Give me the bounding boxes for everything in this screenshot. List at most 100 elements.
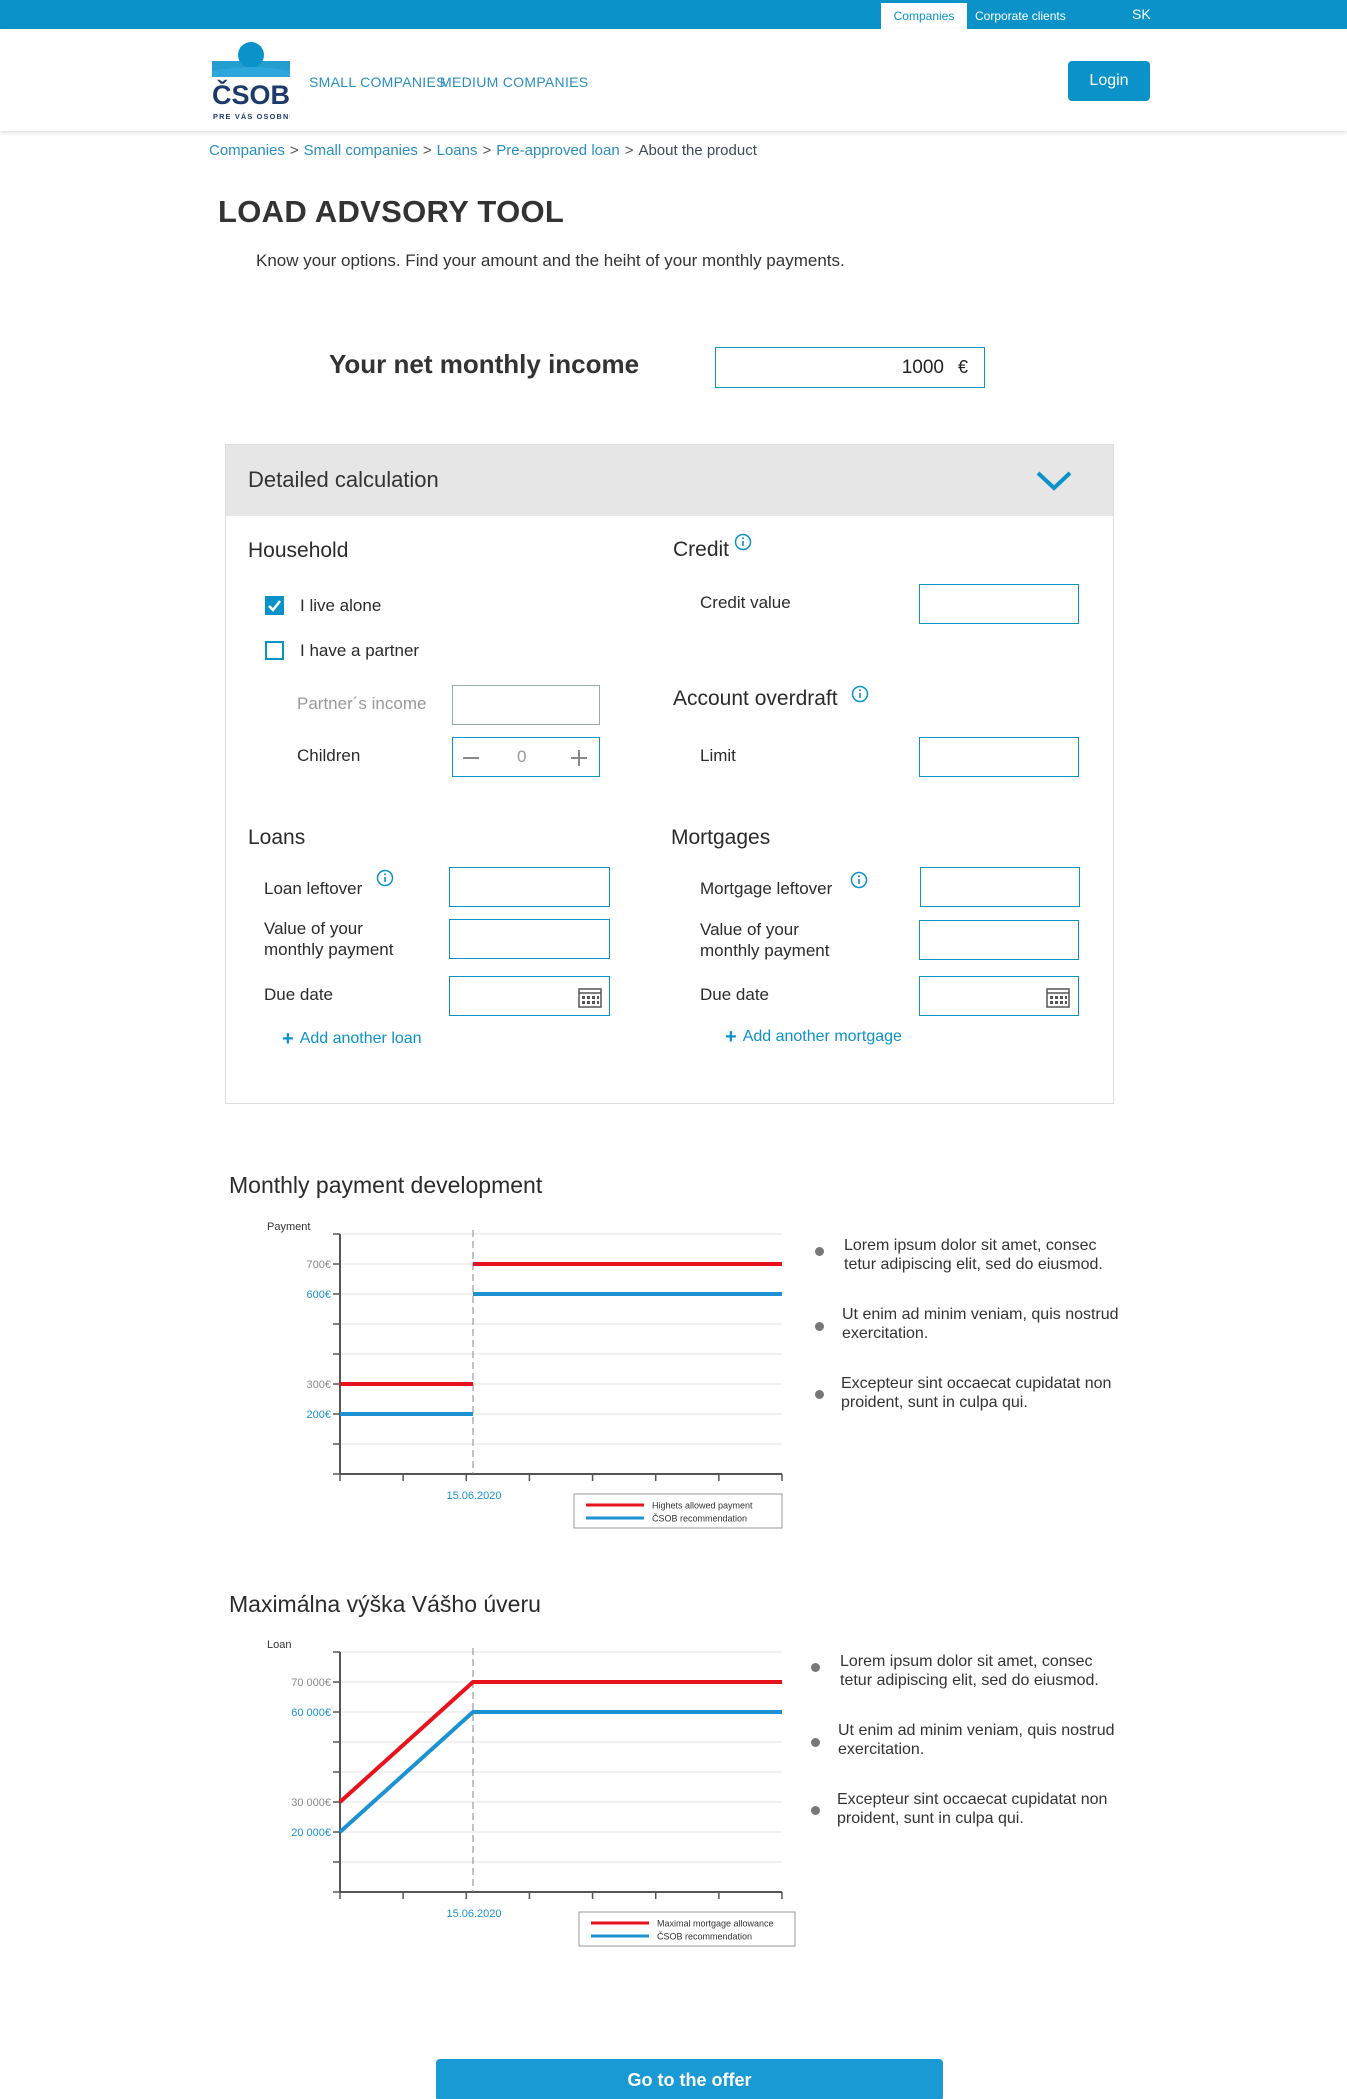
- mortgage-leftover-field[interactable]: [920, 867, 1080, 907]
- limit-field[interactable]: [919, 737, 1079, 777]
- page-title: LOAD ADVSORY TOOL: [218, 194, 565, 229]
- info-icon[interactable]: [851, 685, 869, 703]
- credit-value-field[interactable]: [919, 584, 1079, 624]
- language-switch[interactable]: SK: [1132, 3, 1151, 29]
- mortgage-monthly-label-1: Value of your: [700, 920, 799, 939]
- partner-checkbox[interactable]: [265, 641, 284, 660]
- credit-title: Credit: [673, 538, 730, 561]
- legend-label: ČSOB recommendation: [652, 1514, 747, 1524]
- nav-small-companies[interactable]: SMALL COMPANIES: [309, 74, 446, 90]
- income-input[interactable]: 1000: [715, 347, 985, 388]
- y-tick-label: 70 000€: [291, 1677, 331, 1689]
- y-tick-label: 30 000€: [291, 1797, 331, 1809]
- chart1-bullet-2-line-2: exercitation.: [842, 1325, 929, 1342]
- loan-monthly-label-1: Value of your: [264, 919, 363, 938]
- go-to-offer-button[interactable]: Go to the offer: [436, 2059, 943, 2099]
- loan-due-label: Due date: [264, 985, 333, 1004]
- chart1-bullet-1-line-2: tetur adipiscing elit, sed do eiusmod.: [844, 1256, 1103, 1273]
- tab-companies[interactable]: Companies: [881, 3, 967, 29]
- y-axis-label: Loan: [267, 1639, 291, 1651]
- y-tick-label: 20 000€: [291, 1827, 331, 1839]
- plus-icon: +: [725, 1026, 737, 1048]
- chevron-down-icon[interactable]: [1034, 469, 1074, 493]
- children-value: 0: [517, 747, 527, 766]
- maximum-loan-chart: Loan 15.06.2020 70 000€ 60 000€ 30 000€ 20 00…: [267, 1639, 796, 1947]
- calendar-icon[interactable]: [578, 986, 602, 1008]
- mortgage-monthly-field[interactable]: [919, 920, 1079, 960]
- nav-medium-companies[interactable]: MEDIUM COMPANIES: [440, 74, 588, 90]
- logo-tagline: PRE VÁS OSOBNE: [213, 112, 290, 121]
- partner-income-label: Partner´s income: [297, 694, 427, 713]
- chart2-bullet-1-line-2: tetur adipiscing elit, sed do eiusmod.: [840, 1672, 1099, 1689]
- x-tick-label: 15.06.2020: [446, 1908, 501, 1920]
- partner-income-field[interactable]: [452, 685, 600, 725]
- info-icon[interactable]: [376, 869, 394, 887]
- breadcrumb-small-companies[interactable]: Small companies: [304, 142, 418, 159]
- check-icon: [268, 600, 281, 612]
- add-loan-label: Add another loan: [299, 1030, 422, 1047]
- household-title: Household: [248, 539, 349, 562]
- plus-icon[interactable]: [569, 748, 589, 768]
- logo-wordmark: ČSOB: [212, 79, 290, 110]
- chart2-bullet-2: Ut enim ad minim veniam, quis nostrud exe…: [838, 1721, 1128, 1759]
- chart2-bullet-3-line-2: proident, sunt in culpa qui.: [837, 1810, 1024, 1827]
- y-tick-label: 300€: [307, 1379, 331, 1391]
- income-unit: €: [958, 357, 969, 377]
- chart2-bullet-1-line-1: Lorem ipsum dolor sit amet, consec: [840, 1653, 1093, 1670]
- chart2-title: Maximálna výška Vášho úveru: [229, 1591, 541, 1617]
- chart1-bullet-2-line-1: Ut enim ad minim veniam, quis nostrud: [842, 1306, 1119, 1323]
- income-label: Your net monthly income: [329, 349, 640, 379]
- breadcrumb-pre-approved-loan[interactable]: Pre-approved loan: [496, 142, 619, 159]
- monthly-payment-chart: Payment 15.06.2020 700€ 600€ 300€ 200€ Highets…: [267, 1221, 783, 1529]
- y-tick-label: 600€: [307, 1289, 331, 1301]
- calendar-icon[interactable]: [1046, 986, 1070, 1008]
- mortgage-leftover-label: Mortgage leftover: [700, 879, 833, 898]
- mortgages-title: Mortgages: [671, 826, 771, 849]
- bullet-dot: [811, 1738, 820, 1747]
- limit-label: Limit: [700, 746, 736, 765]
- bullet-dot: [811, 1663, 820, 1672]
- y-tick-label: 60 000€: [291, 1707, 331, 1719]
- live-alone-label: I live alone: [300, 596, 382, 615]
- x-tick-label: 15.06.2020: [446, 1490, 501, 1502]
- bullet-dot: [811, 1806, 820, 1815]
- loan-due-field[interactable]: [449, 976, 610, 1016]
- tab-corporate-clients[interactable]: Corporate clients: [975, 3, 1066, 29]
- chart1-bullet-2: Ut enim ad minim veniam, quis nostrud exe…: [842, 1305, 1132, 1343]
- mortgage-due-field[interactable]: [919, 976, 1079, 1016]
- legend-label: Maximal mortgage allowance: [657, 1919, 774, 1929]
- children-stepper[interactable]: 0: [452, 737, 600, 777]
- chart1-bullet-3-line-2: proident, sunt in culpa qui.: [841, 1394, 1028, 1411]
- info-icon[interactable]: [850, 871, 868, 889]
- chart1-title: Monthly payment development: [229, 1172, 543, 1198]
- add-loan-link[interactable]: + Add another loan: [282, 1028, 422, 1051]
- mortgage-monthly-label-2: monthly payment: [700, 941, 830, 960]
- legend-label: Highets allowed payment: [652, 1501, 753, 1511]
- children-label: Children: [297, 746, 361, 765]
- loans-title: Loans: [248, 826, 306, 849]
- detailed-calculation-header[interactable]: Detailed calculation: [226, 445, 1113, 516]
- y-axis-label: Payment: [267, 1221, 310, 1233]
- site-header: ČSOB PRE VÁS OSOBNE SMALL COMPANIES MEDI…: [0, 29, 1347, 131]
- loan-monthly-field[interactable]: [449, 919, 610, 959]
- legend-label: ČSOB recommendation: [657, 1932, 752, 1942]
- breadcrumb-separator: >: [422, 142, 432, 159]
- breadcrumb-companies[interactable]: Companies: [209, 142, 285, 159]
- breadcrumb-loans[interactable]: Loans: [437, 142, 478, 159]
- loan-leftover-field[interactable]: [449, 867, 610, 907]
- bullet-dot: [815, 1390, 824, 1399]
- loan-leftover-label: Loan leftover: [264, 879, 363, 898]
- detailed-calculation-title: Detailed calculation: [248, 467, 439, 492]
- add-mortgage-link[interactable]: + Add another mortgage: [725, 1026, 902, 1049]
- y-tick-label: 200€: [307, 1409, 331, 1421]
- add-mortgage-label: Add another mortgage: [742, 1028, 902, 1045]
- chart2-bullet-1: Lorem ipsum dolor sit amet, consec tetur …: [840, 1652, 1130, 1690]
- minus-icon[interactable]: [461, 748, 481, 768]
- chart2-bullet-3-line-1: Excepteur sint occaecat cupidatat non: [837, 1791, 1108, 1808]
- csob-logo[interactable]: ČSOB PRE VÁS OSOBNE: [212, 41, 290, 121]
- info-icon[interactable]: [734, 533, 752, 551]
- live-alone-checkbox[interactable]: [265, 596, 284, 615]
- login-button[interactable]: Login: [1068, 61, 1150, 101]
- chart1-bullet-3: Excepteur sint occaecat cupidatat non pro…: [841, 1374, 1131, 1412]
- detailed-calculation-panel: Detailed calculation Household I live al…: [225, 444, 1114, 1104]
